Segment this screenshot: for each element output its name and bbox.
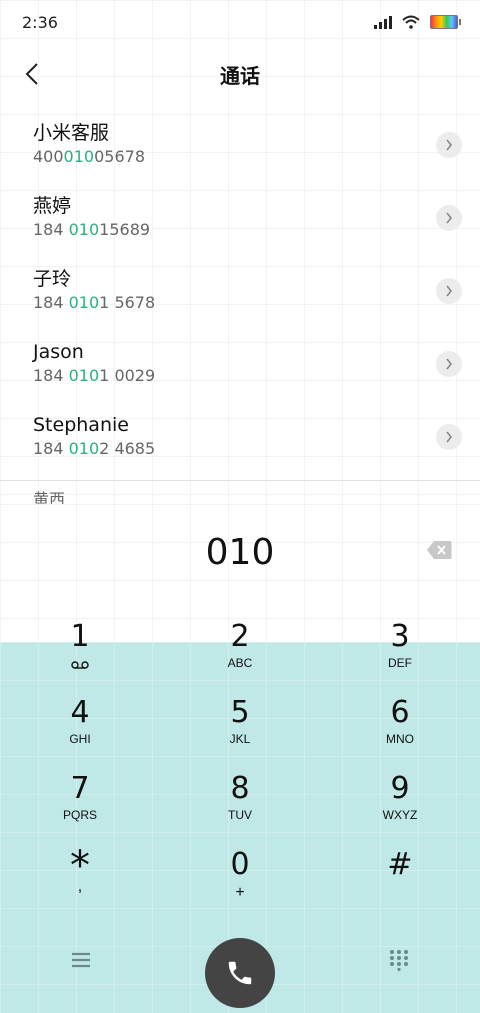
chevron-right-icon: [446, 139, 453, 151]
back-button[interactable]: [16, 58, 48, 90]
contact-name: Stephanie: [33, 414, 129, 436]
backspace-icon[interactable]: [426, 540, 452, 560]
page-title: 通话: [220, 63, 260, 88]
menu-icon[interactable]: [70, 951, 92, 969]
chevron-right-icon: [446, 212, 453, 224]
key-6[interactable]: 6 MNO: [320, 696, 480, 772]
status-bar: 2:36: [0, 0, 480, 44]
keypad-bottom-bar: [0, 913, 480, 1013]
key-letters: JKL: [229, 732, 251, 746]
contact-name: 燕婷: [33, 195, 72, 217]
key-7[interactable]: 7 PQRS: [0, 772, 160, 848]
status-icons: [374, 15, 461, 29]
number-match-highlight: 010: [68, 293, 100, 312]
back-arrow-icon: [25, 63, 38, 85]
call-button[interactable]: [205, 938, 275, 1008]
key-letters: MNO: [386, 732, 414, 746]
contact-row[interactable]: 子玲 184 0101 5678: [0, 244, 480, 317]
key-digit: 7: [70, 771, 90, 806]
status-time: 2:36: [22, 12, 58, 32]
chevron-right-icon: [446, 431, 453, 443]
key-digit: 5: [230, 695, 250, 730]
key-1[interactable]: 1: [0, 620, 160, 696]
voicemail-icon: [71, 661, 89, 669]
contact-row[interactable]: 小米客服 40001005678: [0, 98, 480, 171]
contact-detail-button[interactable]: [436, 205, 462, 231]
contact-number: 184 0101 5678: [33, 293, 156, 312]
contact-detail-button[interactable]: [436, 278, 462, 304]
key-letters: ,: [77, 878, 83, 895]
key-letters: ABC: [227, 656, 253, 670]
contact-detail-button[interactable]: [436, 132, 462, 158]
wifi-icon: [402, 15, 420, 29]
next-contact-peek: 黄西: [33, 490, 66, 504]
contact-name: 子玲: [33, 268, 72, 290]
key-2[interactable]: 2 ABC: [160, 620, 320, 696]
key-5[interactable]: 5 JKL: [160, 696, 320, 772]
key-letters: TUV: [228, 808, 252, 822]
key-digit: 0: [230, 847, 250, 882]
number-match-highlight: 010: [68, 220, 100, 239]
list-divider: [0, 480, 480, 481]
dialpad-icon[interactable]: [388, 949, 410, 971]
contact-row[interactable]: 燕婷 184 01015689: [0, 171, 480, 244]
key-3[interactable]: 3 DEF: [320, 620, 480, 696]
contact-number: 184 0102 4685: [33, 439, 156, 458]
key-digit: #: [387, 847, 413, 882]
contact-number: 40001005678: [33, 147, 145, 166]
key-letters: WXYZ: [382, 808, 418, 822]
contact-results-list: 小米客服 40001005678 燕婷 184 01015689 子玲 184 …: [0, 98, 480, 463]
key-digit: 6: [390, 695, 410, 730]
contact-row[interactable]: Stephanie 184 0102 4685: [0, 390, 480, 463]
chevron-right-icon: [446, 358, 453, 370]
dial-keypad: 1 2 ABC 3 DEF 4 GHI 5 JKL 6 MNO 7 PQRS 8…: [0, 620, 480, 1013]
key-digit: 2: [230, 619, 250, 654]
number-match-highlight: 010: [63, 147, 95, 166]
signal-icon: [374, 15, 392, 29]
key-digit: 9: [390, 771, 410, 806]
key-digit: 4: [70, 695, 90, 730]
contact-name: 小米客服: [33, 122, 110, 144]
contact-name: Jason: [33, 341, 84, 363]
dialed-number: 010: [205, 532, 275, 573]
contact-number: 184 0101 0029: [33, 366, 156, 385]
key-9[interactable]: 9 WXYZ: [320, 772, 480, 848]
nav-bar: 通话: [0, 48, 480, 100]
key-4[interactable]: 4 GHI: [0, 696, 160, 772]
number-match-highlight: 010: [68, 439, 100, 458]
key-letters: +: [235, 884, 245, 901]
contact-detail-button[interactable]: [436, 424, 462, 450]
key-digit: 1: [70, 619, 90, 654]
chevron-right-icon: [446, 285, 453, 297]
contact-number: 184 01015689: [33, 220, 151, 239]
key-8[interactable]: 8 TUV: [160, 772, 320, 848]
key-letters: DEF: [388, 656, 412, 670]
key-digit: 3: [390, 619, 410, 654]
key-letters: GHI: [69, 732, 91, 746]
key-digit: 8: [230, 771, 250, 806]
key-letters: PQRS: [62, 808, 97, 822]
number-match-highlight: 010: [68, 366, 100, 385]
contact-detail-button[interactable]: [436, 351, 462, 377]
battery-icon: [430, 15, 461, 29]
phone-icon: [228, 961, 252, 985]
contact-row[interactable]: Jason 184 0101 0029: [0, 317, 480, 390]
